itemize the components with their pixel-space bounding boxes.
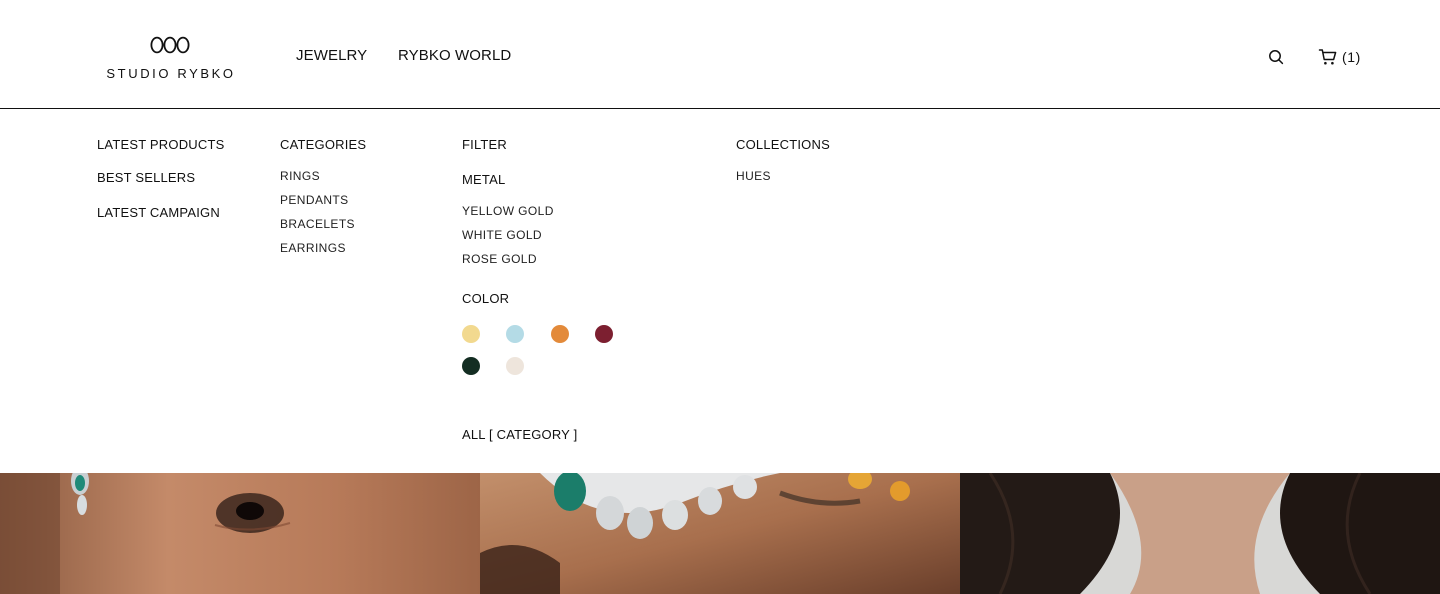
color-swatch-light-blue[interactable] [506, 325, 524, 343]
link-latest-campaign[interactable]: LATEST CAMPAIGN [97, 205, 220, 220]
bracelet-photo [480, 473, 960, 594]
metal-yellow-gold[interactable]: YELLOW GOLD [462, 204, 554, 218]
link-latest-products[interactable]: LATEST PRODUCTS [97, 137, 224, 152]
metal-heading: METAL [462, 172, 506, 187]
studio-rybko-logo[interactable]: STUDIO RYBKO [104, 34, 238, 81]
nav-jewelry[interactable]: JEWELRY [296, 47, 367, 64]
hero-image-hair-model[interactable] [960, 473, 1440, 594]
color-swatch-cream[interactable] [506, 357, 524, 375]
link-all-category[interactable]: ALL [ CATEGORY ] [462, 427, 577, 442]
color-heading: COLOR [462, 291, 510, 306]
metal-white-gold[interactable]: WHITE GOLD [462, 228, 542, 242]
search-icon [1269, 50, 1284, 65]
category-bracelets[interactable]: BRACELETS [280, 217, 355, 231]
color-swatch-burgundy[interactable] [595, 325, 613, 343]
hero-image-bracelet-model[interactable] [480, 473, 960, 594]
color-swatch-yellow[interactable] [462, 325, 480, 343]
color-swatch-orange[interactable] [551, 325, 569, 343]
hair-photo [960, 473, 1440, 594]
site-header: STUDIO RYBKO JEWELRY RYBKO WORLD (1) [0, 0, 1440, 109]
hero-image-earring-model[interactable] [0, 473, 480, 594]
logo-text: STUDIO RYBKO [106, 66, 236, 81]
category-pendants[interactable]: PENDANTS [280, 193, 349, 207]
nav-rybko-world[interactable]: RYBKO WORLD [398, 47, 511, 64]
collection-hues[interactable]: HUES [736, 169, 771, 183]
categories-heading: CATEGORIES [280, 137, 367, 152]
cart-icon [1318, 49, 1337, 65]
collections-heading: COLLECTIONS [736, 137, 830, 152]
hero-image-strip [0, 473, 1440, 594]
filter-heading: FILTER [462, 137, 508, 152]
cart-button[interactable]: (1) [1318, 47, 1361, 67]
category-earrings[interactable]: EARRINGS [280, 241, 346, 255]
three-rings-logo-icon [150, 36, 190, 54]
search-button[interactable] [1267, 48, 1285, 66]
category-rings[interactable]: RINGS [280, 169, 320, 183]
color-swatch-dark-green[interactable] [462, 357, 480, 375]
metal-rose-gold[interactable]: ROSE GOLD [462, 252, 537, 266]
link-best-sellers[interactable]: BEST SELLERS [97, 170, 195, 185]
earring-photo [0, 473, 480, 594]
mega-menu: LATEST PRODUCTS BEST SELLERS LATEST CAMP… [0, 109, 1440, 473]
cart-count: (1) [1342, 49, 1361, 65]
